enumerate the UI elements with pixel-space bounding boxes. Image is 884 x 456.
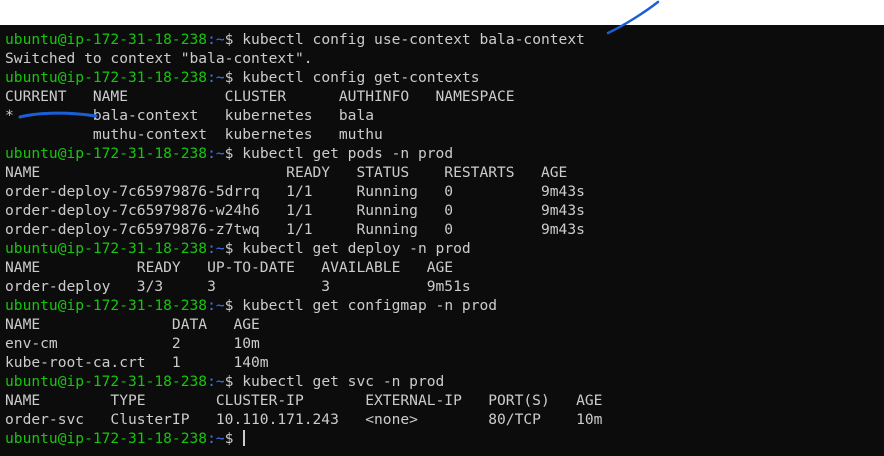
prompt-path: :~ [207, 31, 225, 48]
prompt-symbol: $ [224, 31, 243, 48]
prompt-symbol: $ [224, 145, 243, 162]
output-line: order-deploy 3/3 3 3 9m51s [5, 277, 602, 296]
output-line: NAME DATA AGE [5, 315, 602, 334]
output-line: order-deploy-7c65979876-z7twq 1/1 Runnin… [5, 220, 602, 239]
output-line: * bala-context kubernetes bala [5, 106, 602, 125]
output-text: Switched to context "bala-context". [5, 50, 313, 67]
prompt-path: :~ [207, 240, 225, 257]
prompt-user: ubuntu@ip-172-31-18-238 [5, 69, 208, 86]
command-text: kubectl config get-contexts [242, 69, 480, 86]
command-text: kubectl get svc -n prod [242, 373, 445, 390]
output-text: NAME READY UP-TO-DATE AVAILABLE AGE [5, 259, 454, 276]
prompt-user: ubuntu@ip-172-31-18-238 [5, 430, 208, 447]
prompt-path: :~ [207, 145, 225, 162]
prompt-path: :~ [207, 297, 225, 314]
terminal-window[interactable]: ubuntu@ip-172-31-18-238:~$ kubectl confi… [0, 25, 884, 456]
output-text: NAME READY STATUS RESTARTS AGE [5, 164, 568, 181]
output-line: muthu-context kubernetes muthu [5, 125, 602, 144]
prompt-line: ubuntu@ip-172-31-18-238:~$ [5, 429, 602, 448]
output-text: muthu-context kubernetes muthu [5, 126, 383, 143]
command-text: kubectl config use-context bala-context [242, 31, 585, 48]
output-text: env-cm 2 10m [5, 335, 260, 352]
output-line: Switched to context "bala-context". [5, 49, 602, 68]
prompt-path: :~ [207, 430, 225, 447]
output-text: order-svc ClusterIP 10.110.171.243 <none… [5, 411, 603, 428]
prompt-line: ubuntu@ip-172-31-18-238:~$ kubectl get s… [5, 372, 602, 391]
output-line: NAME TYPE CLUSTER-IP EXTERNAL-IP PORT(S)… [5, 391, 602, 410]
output-text: NAME TYPE CLUSTER-IP EXTERNAL-IP PORT(S)… [5, 392, 603, 409]
output-text: * bala-context kubernetes bala [5, 107, 375, 124]
prompt-symbol: $ [224, 430, 243, 447]
output-line: order-deploy-7c65979876-w24h6 1/1 Runnin… [5, 201, 602, 220]
prompt-user: ubuntu@ip-172-31-18-238 [5, 240, 208, 257]
prompt-line: ubuntu@ip-172-31-18-238:~$ kubectl confi… [5, 30, 602, 49]
command-text: kubectl get configmap -n prod [242, 297, 498, 314]
output-line: order-svc ClusterIP 10.110.171.243 <none… [5, 410, 602, 429]
prompt-line: ubuntu@ip-172-31-18-238:~$ kubectl get d… [5, 239, 602, 258]
prompt-user: ubuntu@ip-172-31-18-238 [5, 373, 208, 390]
prompt-symbol: $ [224, 373, 243, 390]
output-text: CURRENT NAME CLUSTER AUTHINFO NAMESPACE [5, 88, 515, 105]
prompt-line: ubuntu@ip-172-31-18-238:~$ kubectl get c… [5, 296, 602, 315]
output-text: NAME DATA AGE [5, 316, 260, 333]
command-text: kubectl get pods -n prod [242, 145, 454, 162]
terminal-output: ubuntu@ip-172-31-18-238:~$ kubectl confi… [5, 30, 602, 448]
output-line: order-deploy-7c65979876-5drrq 1/1 Runnin… [5, 182, 602, 201]
text-cursor [243, 430, 245, 446]
prompt-user: ubuntu@ip-172-31-18-238 [5, 297, 208, 314]
command-text: kubectl get deploy -n prod [242, 240, 471, 257]
prompt-line: ubuntu@ip-172-31-18-238:~$ kubectl get p… [5, 144, 602, 163]
prompt-path: :~ [207, 69, 225, 86]
prompt-user: ubuntu@ip-172-31-18-238 [5, 31, 208, 48]
output-line: NAME READY STATUS RESTARTS AGE [5, 163, 602, 182]
output-text: order-deploy-7c65979876-z7twq 1/1 Runnin… [5, 221, 585, 238]
output-line: env-cm 2 10m [5, 334, 602, 353]
prompt-symbol: $ [224, 240, 243, 257]
prompt-user: ubuntu@ip-172-31-18-238 [5, 145, 208, 162]
prompt-symbol: $ [224, 69, 243, 86]
output-text: kube-root-ca.crt 1 140m [5, 354, 269, 371]
output-line: kube-root-ca.crt 1 140m [5, 353, 602, 372]
output-line: CURRENT NAME CLUSTER AUTHINFO NAMESPACE [5, 87, 602, 106]
prompt-line: ubuntu@ip-172-31-18-238:~$ kubectl confi… [5, 68, 602, 87]
output-text: order-deploy 3/3 3 3 9m51s [5, 278, 471, 295]
output-text: order-deploy-7c65979876-5drrq 1/1 Runnin… [5, 183, 585, 200]
output-line: NAME READY UP-TO-DATE AVAILABLE AGE [5, 258, 602, 277]
prompt-symbol: $ [224, 297, 243, 314]
output-text: order-deploy-7c65979876-w24h6 1/1 Runnin… [5, 202, 585, 219]
prompt-path: :~ [207, 373, 225, 390]
